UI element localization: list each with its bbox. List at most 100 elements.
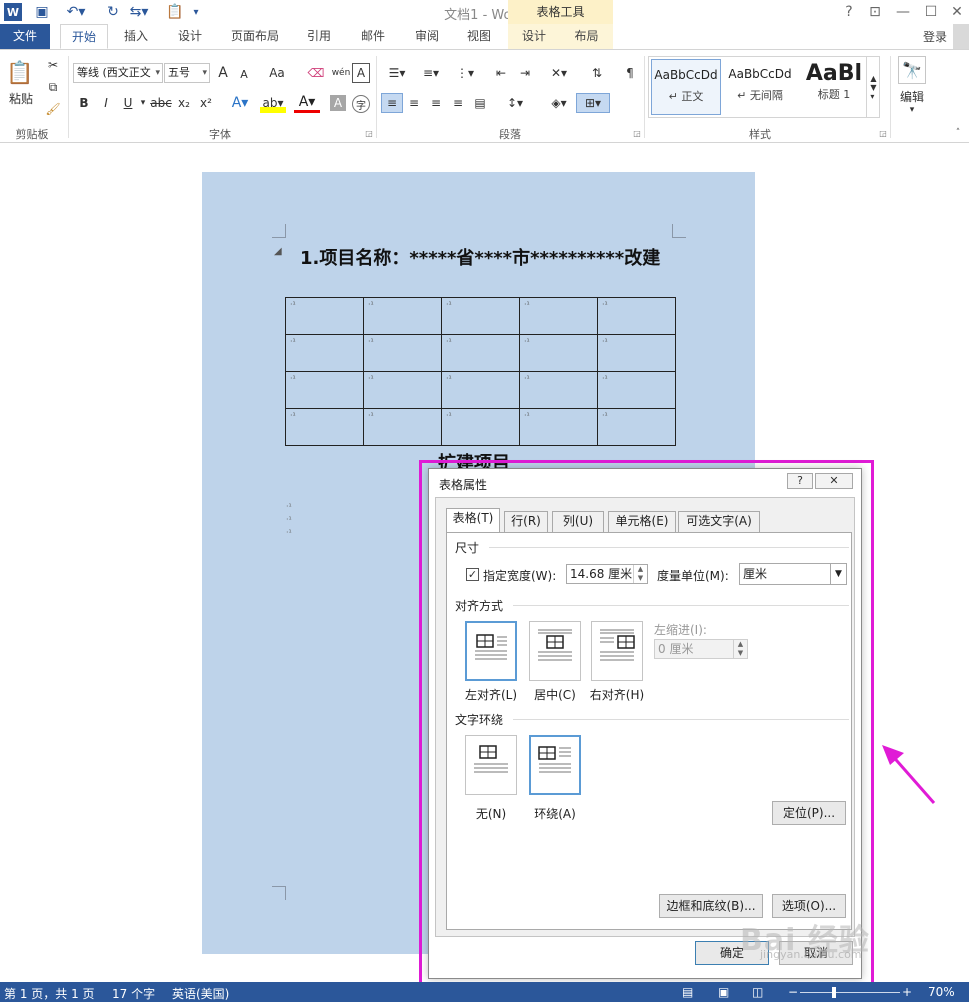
line-spacing-icon[interactable]: ↕▾ [500,93,530,113]
web-layout-icon[interactable]: ◫ [752,985,763,999]
align-right-button[interactable]: ≡ [426,93,446,113]
table-cell[interactable]: ·¹ [441,334,520,372]
table-cell[interactable]: ·¹ [363,334,442,372]
close-window-button[interactable]: ✕ [944,2,969,22]
decrease-indent-icon[interactable]: ⇤ [490,63,512,83]
paragraph-dialog-launcher-icon[interactable]: ◲ [632,128,642,138]
find-icon[interactable]: 🔭 [898,56,926,84]
font-dialog-launcher-icon[interactable]: ◲ [364,128,374,138]
styles-scroll-icon[interactable]: ▲ ▼ ▾ [866,56,880,118]
font-color-icon[interactable]: A▾ [294,93,320,113]
table-cell[interactable]: ·¹ [519,297,598,335]
char-border-icon[interactable]: A [352,63,370,83]
table-cell[interactable]: ·¹ [285,408,364,446]
format-painter-icon[interactable]: 🖌 [44,100,62,118]
table-cell[interactable]: ·¹ [285,297,364,335]
tab-file[interactable]: 文件 [0,24,50,49]
document-heading[interactable]: 1.项目名称：*****省****市**********改建 [300,244,660,270]
maximize-button[interactable]: ☐ [918,2,944,22]
collapse-ribbon-icon[interactable]: ˄ [952,128,964,138]
style-heading-1[interactable]: AaBl 标题 1 [799,59,869,115]
tab-mailings[interactable]: 邮件 [352,24,394,49]
increase-indent-icon[interactable]: ⇥ [514,63,536,83]
zoom-out-button[interactable]: − [788,985,798,999]
asian-layout-icon[interactable]: ✕▾ [544,63,574,83]
wrap-none-option[interactable] [465,735,517,795]
positioning-button[interactable]: 定位(P)... [772,801,846,825]
align-left-option[interactable] [465,621,517,681]
align-left-button[interactable]: ≡ [381,93,403,113]
shading-icon[interactable]: ◈▾ [544,93,574,113]
bold-button[interactable]: B [76,93,92,113]
table-cell[interactable]: ·¹ [597,408,676,446]
table-cell[interactable]: ·¹ [363,371,442,409]
cut-icon[interactable]: ✂ [44,56,62,74]
word-count[interactable]: 17 个字 [112,985,155,1002]
tab-review[interactable]: 审阅 [406,24,448,49]
table-cell[interactable]: ·¹ [441,408,520,446]
avatar[interactable] [953,24,969,49]
distributed-button[interactable]: ▤ [470,93,490,113]
ribbon-display-icon[interactable]: ⊡ [862,2,888,22]
strikethrough-button[interactable]: abc [150,93,172,113]
clear-format-icon[interactable]: ⌫ [306,63,326,83]
table-cell[interactable]: ·¹ [519,334,598,372]
phonetic-guide-icon[interactable]: wén [330,63,352,83]
show-marks-icon[interactable]: ¶ [620,63,640,83]
dialog-help-button[interactable]: ? [787,473,813,489]
multilevel-list-icon[interactable]: ⋮▾ [450,63,480,83]
login-link[interactable]: 登录 [923,28,947,45]
table-cell[interactable]: ·¹ [597,334,676,372]
styles-dialog-launcher-icon[interactable]: ◲ [878,128,888,138]
align-center-button[interactable]: ≡ [404,93,424,113]
char-shading-icon[interactable]: A [330,95,346,111]
width-spinner-icon[interactable]: ▲ ▼ [633,565,647,583]
align-center-option[interactable] [529,621,581,681]
text-effects-icon[interactable]: A▾ [228,93,252,113]
tab-table[interactable]: 表格(T) [446,508,500,533]
tab-row[interactable]: 行(R) [504,511,548,532]
wrap-around-option[interactable] [529,735,581,795]
zoom-in-button[interactable]: + [902,985,912,999]
page-count[interactable]: 第 1 页，共 1 页 [4,985,95,1002]
highlight-icon[interactable]: ab▾ [260,93,286,113]
wrap-around-label[interactable]: 环绕(A) [520,805,590,822]
tab-home[interactable]: 开始 [60,24,108,49]
read-mode-icon[interactable]: ▤ [682,985,693,999]
table-cell[interactable]: ·¹ [597,297,676,335]
measure-in-select[interactable]: 厘米 ▼ [739,563,847,585]
table-cell[interactable]: ·¹ [285,371,364,409]
table-cell[interactable]: ·¹ [441,371,520,409]
tab-references[interactable]: 引用 [298,24,340,49]
align-right-label[interactable]: 右对齐(H) [582,686,652,703]
dialog-close-button[interactable]: ✕ [815,473,853,489]
table-move-handle-icon[interactable]: ◢ [274,246,282,257]
grow-font-icon[interactable]: A [214,63,232,83]
table-cell[interactable]: ·¹ [519,408,598,446]
enclose-char-icon[interactable]: 字 [352,95,370,113]
wrap-none-label[interactable]: 无(N) [456,805,526,822]
underline-button[interactable]: U [120,93,136,113]
bullets-icon[interactable]: ☰▾ [382,63,412,83]
tab-table-design[interactable]: 设计 [508,24,560,49]
superscript-button[interactable]: x² [196,93,216,113]
font-size-select[interactable]: 五号 [164,63,210,83]
sort-icon[interactable]: ⇅ [586,63,608,83]
language-indicator[interactable]: 英语(美国) [172,985,229,1002]
preferred-width-input[interactable]: 14.68 厘米 ▲ ▼ [566,564,648,584]
subscript-button[interactable]: x₂ [174,93,194,113]
tab-page-layout[interactable]: 页面布局 [222,24,288,49]
paste-icon[interactable]: 📋 [6,58,33,88]
tab-alt-text[interactable]: 可选文字(A) [678,511,760,532]
borders-icon[interactable]: ⊞▾ [576,93,610,113]
italic-button[interactable]: I [98,93,114,113]
change-case-icon[interactable]: Aa [262,63,292,83]
editing-button[interactable]: 编辑 [894,88,930,104]
tab-table-layout[interactable]: 布局 [560,24,613,49]
table-cell[interactable]: ·¹ [519,371,598,409]
table-cell[interactable]: ·¹ [363,297,442,335]
style-no-spacing[interactable]: AaBbCcDd ↵ 无间隔 [725,59,795,115]
table-cell[interactable]: ·¹ [363,408,442,446]
font-name-select[interactable]: 等线 (西文正文 [73,63,163,83]
tab-view[interactable]: 视图 [458,24,500,49]
